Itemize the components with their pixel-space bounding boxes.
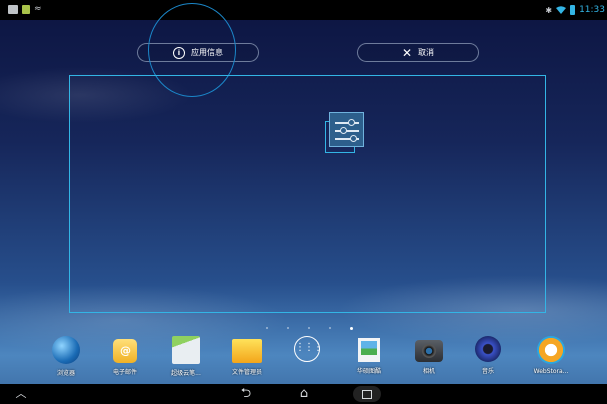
dock-label: 音乐 bbox=[481, 368, 494, 375]
up-chevron-icon[interactable]: ︿ bbox=[13, 386, 29, 402]
image-icon bbox=[8, 5, 18, 14]
dock-item-browser[interactable]: 浏览器 bbox=[39, 336, 93, 377]
dock-label: 相机 bbox=[422, 368, 435, 375]
battery-icon bbox=[570, 5, 576, 15]
folder-icon bbox=[232, 339, 262, 363]
dock-label: 华硕图酷 bbox=[356, 368, 381, 375]
dock-label: WebStora... bbox=[533, 368, 569, 375]
dock-item-gallery[interactable]: 华硕图酷 bbox=[342, 336, 396, 375]
camera-icon bbox=[415, 340, 443, 362]
back-icon[interactable]: ⮌ bbox=[236, 386, 256, 402]
dock-item-webstorage[interactable]: WebStora... bbox=[524, 336, 578, 375]
music-icon bbox=[475, 336, 501, 362]
dock-item-apps[interactable]: ⋮⋮⋮ bbox=[280, 336, 334, 366]
home-screen: ≈ ✱ 11:33 i 应用信息 ✕ 取消 浏览器 @ 电子邮件 超级云笔...… bbox=[0, 0, 607, 404]
close-icon: ✕ bbox=[401, 45, 413, 60]
dock-item-music[interactable]: 音乐 bbox=[461, 336, 515, 375]
cancel-button[interactable]: ✕ 取消 bbox=[357, 43, 479, 62]
dock: 浏览器 电子邮件 超级云笔... 文件管理员 ⋮⋮⋮ 华硕图酷 相机 音乐 bbox=[0, 336, 607, 380]
signal-wave-icon: ≈ bbox=[34, 4, 42, 14]
dock-item-files[interactable]: 文件管理员 bbox=[220, 336, 274, 376]
page-dot[interactable] bbox=[329, 327, 331, 329]
page-dot[interactable] bbox=[266, 327, 268, 329]
status-right: ✱ 11:33 bbox=[545, 3, 605, 17]
apps-grid-icon: ⋮⋮⋮ bbox=[294, 336, 323, 362]
action-bar: i 应用信息 ✕ 取消 bbox=[0, 20, 607, 70]
settings-icon[interactable] bbox=[329, 112, 364, 147]
dock-label: 文件管理员 bbox=[231, 369, 262, 376]
dock-label: 超级云笔... bbox=[171, 370, 201, 377]
recent-apps-icon[interactable] bbox=[353, 386, 381, 402]
drop-target-frame bbox=[69, 75, 546, 313]
dock-item-email[interactable]: 电子邮件 bbox=[98, 336, 152, 376]
dock-item-camera[interactable]: 相机 bbox=[402, 336, 456, 375]
status-bar: ≈ ✱ 11:33 bbox=[0, 0, 607, 20]
page-indicator bbox=[266, 327, 353, 330]
cloud-note-icon bbox=[172, 336, 200, 364]
page-dot[interactable] bbox=[308, 327, 310, 329]
page-dot-active[interactable] bbox=[350, 327, 353, 330]
gallery-icon bbox=[358, 338, 380, 362]
email-icon bbox=[113, 339, 137, 363]
home-icon[interactable]: ⌂ bbox=[294, 386, 314, 402]
browser-icon bbox=[52, 336, 80, 364]
wifi-icon bbox=[556, 6, 567, 14]
navigation-bar: ︿ ⮌ ⌂ bbox=[0, 384, 607, 404]
webstorage-icon bbox=[537, 336, 565, 364]
page-dot[interactable] bbox=[287, 327, 289, 329]
cancel-label: 取消 bbox=[418, 48, 435, 57]
bluetooth-icon: ✱ bbox=[545, 5, 553, 15]
dock-label: 电子邮件 bbox=[112, 369, 137, 376]
dock-item-cloud-note[interactable]: 超级云笔... bbox=[159, 336, 213, 377]
clock-time: 11:33 bbox=[579, 5, 605, 15]
dock-label: 浏览器 bbox=[56, 370, 75, 377]
document-icon bbox=[22, 5, 30, 14]
